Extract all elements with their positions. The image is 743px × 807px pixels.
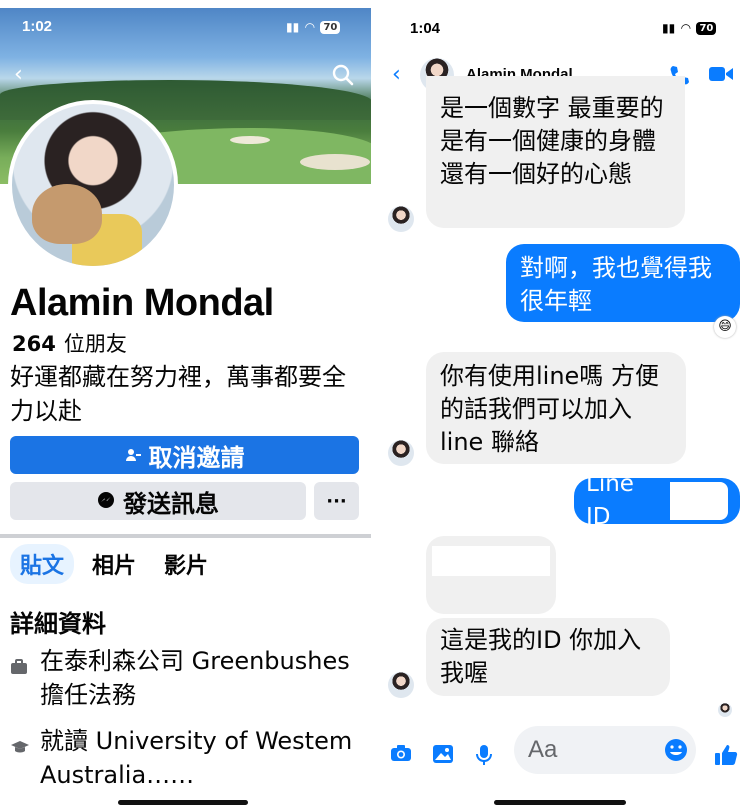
profile-panel: 1:02 ▮▮ ◠ 70 ‹ Alamin Mondal 264 位朋友 好運都藏… (0, 0, 372, 807)
emoji-icon[interactable] (664, 738, 688, 766)
profile-bio: 好運都藏在努力裡，萬事都要全力以赴 (10, 363, 346, 425)
redacted-area (669, 482, 728, 520)
message-bubble-outgoing[interactable]: Line ID (574, 471, 740, 530)
messenger-panel: 1:04 ▮▮ ◠ 70 ‹ Alamin Mondal 是一個數字 最重要的是… (374, 0, 743, 807)
friends-label: 位朋友 (63, 332, 127, 356)
work-text: 在泰利森公司 Greenbushes 擔任法務 (40, 647, 350, 709)
redacted-area (432, 546, 550, 576)
friends-count[interactable]: 264 位朋友 (12, 328, 127, 358)
message-composer: Aa (374, 724, 743, 780)
sender-avatar (388, 206, 414, 232)
battery-icon: 70 (320, 20, 341, 34)
message-input[interactable]: Aa (514, 726, 696, 774)
status-icons: ▮▮ ◠ 70 (662, 21, 717, 35)
briefcase-icon (10, 644, 40, 712)
profile-tabs: 貼文 相片 影片 (10, 544, 218, 584)
battery-icon: 70 (696, 21, 717, 35)
wifi-icon: ◠ (305, 20, 315, 34)
signal-icon: ▮▮ (286, 20, 300, 34)
messenger-icon (97, 487, 115, 515)
section-divider (0, 534, 372, 538)
sender-avatar (388, 440, 414, 466)
wifi-icon: ◠ (681, 21, 691, 35)
message-bubble-incoming[interactable]: 你有使用line嗎 方便的話我們可以加入 line 聯絡 (426, 352, 686, 464)
message-bubble-outgoing[interactable]: 對啊，我也覺得我很年輕 (506, 244, 740, 322)
school-text: 就讀 University of Westem Australia…… (40, 727, 353, 789)
profile-avatar[interactable] (8, 100, 178, 270)
detail-work: 在泰利森公司 Greenbushes 擔任法務 (10, 644, 360, 712)
person-minus-icon (125, 441, 141, 469)
photo-icon[interactable] (432, 744, 454, 768)
seen-indicator-avatar (718, 703, 732, 717)
graduation-cap-icon (10, 724, 40, 792)
status-time: 1:02 (22, 18, 53, 35)
home-indicator (494, 800, 626, 805)
cancel-request-label: 取消邀請 (148, 443, 245, 472)
more-options-button[interactable]: ··· (314, 482, 359, 520)
thumbs-up-icon[interactable] (714, 744, 738, 770)
message-bubble-redacted[interactable] (426, 536, 556, 614)
status-icons: ▮▮ ◠ 70 (286, 20, 341, 34)
friends-number: 264 (12, 332, 56, 356)
send-message-button[interactable]: 發送訊息 (10, 482, 306, 520)
send-message-label: 發送訊息 (123, 489, 219, 518)
tab-posts[interactable]: 貼文 (10, 544, 75, 584)
tab-photos[interactable]: 相片 (82, 544, 146, 584)
detail-school: 就讀 University of Westem Australia…… (10, 724, 360, 792)
message-input-placeholder: Aa (528, 736, 558, 763)
status-time: 1:04 (410, 20, 441, 37)
message-bubble-incoming[interactable]: 這是我的ID 你加入我喔 (426, 618, 670, 696)
sender-avatar (388, 672, 414, 698)
microphone-icon[interactable] (476, 744, 492, 770)
video-call-icon[interactable] (708, 64, 734, 88)
search-icon[interactable] (332, 64, 354, 90)
camera-icon[interactable] (390, 744, 412, 766)
panel-separator (371, 0, 374, 807)
tab-videos[interactable]: 影片 (154, 544, 218, 584)
profile-name: Alamin Mondal (10, 282, 274, 324)
details-heading: 詳細資料 (10, 610, 106, 638)
cancel-request-button[interactable]: 取消邀請 (10, 436, 359, 474)
line-id-text: Line ID (586, 471, 634, 530)
back-icon[interactable]: ‹ (14, 62, 23, 87)
back-icon[interactable]: ‹ (392, 62, 401, 87)
home-indicator (118, 800, 248, 805)
message-bubble-incoming[interactable]: 是一個數字 最重要的是有一個健康的身體還有一個好的心態 (426, 76, 685, 228)
reaction-emoji[interactable]: 😄 (714, 316, 736, 338)
signal-icon: ▮▮ (662, 21, 676, 35)
